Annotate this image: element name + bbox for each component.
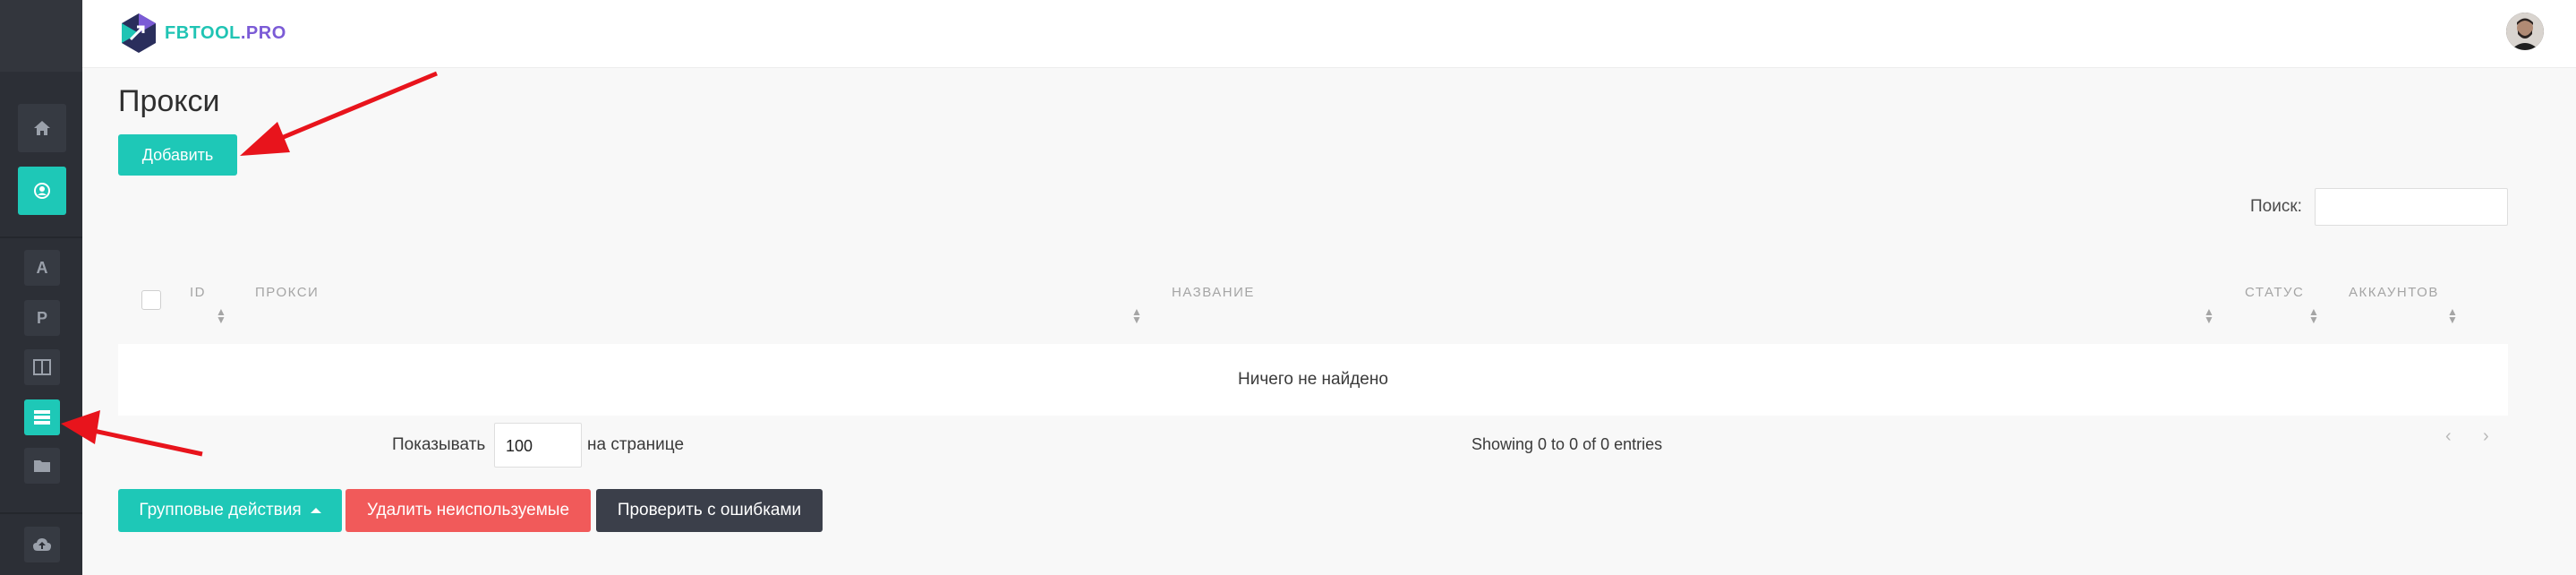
columns-icon[interactable] — [24, 349, 60, 385]
sort-icon[interactable]: ▲ ▼ — [2204, 306, 2214, 326]
sidebar-item-label: A — [36, 258, 48, 277]
sidebar-divider — [0, 512, 82, 514]
per-page-select[interactable]: 100 — [494, 423, 582, 468]
table-info: Showing 0 to 0 of 0 entries — [1471, 435, 1663, 453]
sidebar: A P — [0, 0, 82, 575]
cloud-upload-icon[interactable] — [24, 527, 60, 562]
annotation-arrow-add — [240, 71, 438, 156]
sidebar-header — [0, 0, 82, 72]
empty-message: Ничего не найдено — [1238, 370, 1388, 389]
user-circle-icon[interactable] — [18, 167, 66, 215]
table-header: ID ▲ ▼ ПРОКСИ ▲ ▼ НАЗВАНИЕ ▲ ▼ СТАТУС ▲ ▼ АК… — [118, 269, 2508, 344]
column-header-name[interactable]: НАЗВАНИЕ — [1172, 285, 1255, 300]
caret-up-icon — [310, 508, 321, 513]
sort-icon[interactable]: ▲ ▼ — [1131, 306, 1142, 326]
column-header-status[interactable]: СТАТУС — [2245, 285, 2304, 300]
delete-unused-button[interactable]: Удалить неиспользуемые — [345, 489, 591, 532]
sidebar-divider — [0, 236, 82, 238]
sort-icon[interactable]: ▲ ▼ — [2308, 306, 2319, 326]
sidebar-item-label: P — [36, 308, 47, 327]
search-input[interactable] — [2315, 188, 2508, 226]
sidebar-item-a[interactable]: A — [24, 250, 60, 286]
logo-suffix-text: .PRO — [240, 22, 286, 43]
folder-icon[interactable] — [24, 448, 60, 484]
sidebar-item-p[interactable]: P — [24, 300, 60, 336]
next-page-icon[interactable]: › — [2483, 426, 2489, 447]
check-errors-button[interactable]: Проверить с ошибками — [596, 489, 823, 532]
search-label: Поиск: — [2250, 197, 2302, 216]
avatar[interactable] — [2506, 13, 2544, 50]
column-header-id[interactable]: ID — [190, 285, 206, 300]
select-all-checkbox[interactable] — [141, 290, 161, 310]
server-list-icon[interactable] — [24, 399, 60, 435]
top-bar: FBTOOL.PRO — [82, 0, 2576, 68]
bulk-actions-button[interactable]: Групповые действия — [118, 489, 342, 532]
home-icon[interactable] — [18, 104, 66, 152]
logo[interactable]: FBTOOL.PRO — [120, 13, 286, 54]
logo-text: FBTOOL.PRO — [165, 23, 286, 44]
page-title: Прокси — [118, 84, 220, 118]
sort-icon[interactable]: ▲ ▼ — [2447, 306, 2458, 326]
per-page-suffix: на странице — [587, 435, 685, 454]
column-header-accounts[interactable]: АККАУНТОВ — [2349, 285, 2439, 300]
show-entries-label: Показывать — [392, 435, 486, 454]
table-empty-row: Ничего не найдено — [118, 344, 2508, 416]
bulk-actions-label: Групповые действия — [139, 501, 302, 519]
column-header-proxy[interactable]: ПРОКСИ — [255, 285, 319, 300]
sort-icon[interactable]: ▲ ▼ — [216, 306, 226, 326]
logo-main-text: FBTOOL — [165, 22, 241, 43]
logo-mark-icon — [122, 13, 156, 53]
add-button[interactable]: Добавить — [118, 134, 237, 176]
prev-page-icon[interactable]: ‹ — [2445, 426, 2452, 447]
